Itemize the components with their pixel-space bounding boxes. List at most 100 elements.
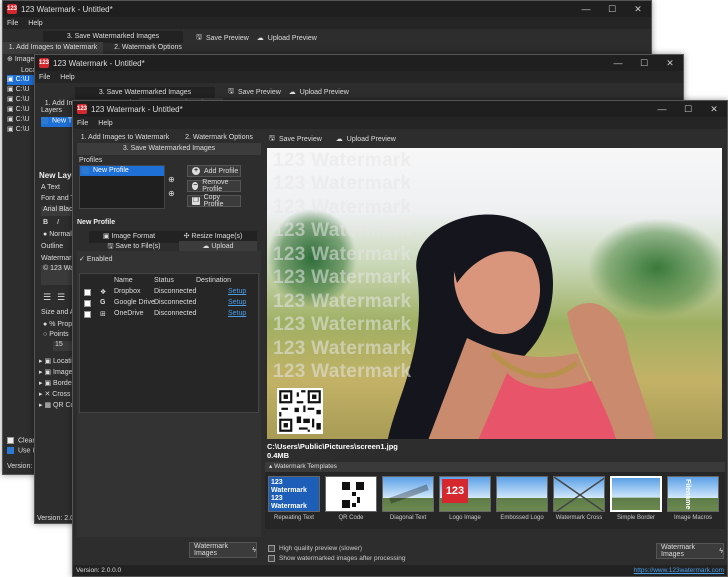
save-preview-button[interactable]: Save Preview bbox=[238, 89, 281, 96]
tab-save-images[interactable]: 3. Save Watermarked Images bbox=[77, 143, 261, 155]
setup-link[interactable]: Setup bbox=[228, 288, 246, 295]
move-down-icon[interactable]: ⊕ bbox=[168, 189, 175, 198]
template-diagonal-text[interactable] bbox=[382, 476, 434, 512]
maximize-icon[interactable]: ☐ bbox=[631, 55, 657, 71]
watermark-images-button-left[interactable]: Watermark Images ϟ bbox=[189, 542, 257, 558]
menu-file[interactable]: File bbox=[39, 74, 50, 81]
minimize-icon[interactable]: — bbox=[649, 101, 675, 117]
minimize-icon[interactable]: — bbox=[573, 1, 599, 17]
add-profile-button[interactable]: + Add Profile bbox=[187, 165, 241, 177]
file-list[interactable]: ▣ C:\U ▣ C:\U ▣ C:\U ▣ C:\U ▣ C:\U ▣ C:\… bbox=[7, 75, 37, 135]
menu-help[interactable]: Help bbox=[98, 120, 112, 127]
normal-radio[interactable]: ● Normal bbox=[43, 231, 72, 238]
show-after-checkbox[interactable]: Show watermarked images after processing bbox=[268, 555, 405, 562]
setup-link[interactable]: Setup bbox=[228, 299, 246, 306]
profiles-list[interactable]: New Profile bbox=[79, 165, 165, 209]
upload-panel: ✓ Enabled Name Status Destination ❖ Drop… bbox=[77, 251, 261, 537]
list-item[interactable]: ▣ C:\U bbox=[7, 115, 37, 125]
minus-icon: − bbox=[192, 182, 199, 190]
watermark-text-input[interactable]: © 123 Wat bbox=[41, 265, 76, 285]
table-row: G Google Drive Disconnected Setup bbox=[80, 299, 258, 309]
close-icon[interactable]: ✕ bbox=[625, 1, 651, 17]
service-name: OneDrive bbox=[114, 310, 144, 317]
window-title: 123 Watermark - Untitled* bbox=[21, 4, 113, 14]
template-repeating-text[interactable]: 123 Watermark 123 Watermark 123 Watermar… bbox=[268, 476, 320, 512]
template-label: QR Code bbox=[338, 515, 364, 521]
row-checkbox[interactable] bbox=[84, 311, 91, 318]
template-label: Diagonal Text bbox=[389, 515, 427, 521]
section-cross[interactable]: ▸ ✕ Cross bbox=[39, 390, 74, 401]
enabled-checkbox[interactable]: ✓ Enabled bbox=[79, 255, 113, 263]
italic-button[interactable]: I bbox=[57, 219, 59, 226]
list-item[interactable]: ▣ C:\U bbox=[7, 75, 37, 85]
tab-watermark-options[interactable]: 2. Watermark Options bbox=[103, 42, 193, 54]
list-item[interactable]: ▣ C:\U bbox=[7, 95, 37, 105]
section-location[interactable]: ▸ ▣ Locati bbox=[39, 357, 74, 368]
service-status: Disconnected bbox=[154, 288, 197, 295]
maximize-icon[interactable]: ☐ bbox=[675, 101, 701, 117]
upload-preview-button[interactable]: Upload Preview bbox=[300, 89, 349, 96]
templates-header[interactable]: ▴ Watermark Templates bbox=[265, 462, 725, 472]
profiles-label: Profiles bbox=[79, 157, 103, 164]
template-label: Repeating Text bbox=[274, 515, 314, 521]
layer-item[interactable]: New T bbox=[41, 117, 73, 127]
size-stepper[interactable]: 15 bbox=[53, 341, 73, 351]
remove-profile-button[interactable]: − Remove Profile bbox=[187, 179, 241, 193]
front-toolbar: 🖫 Save Preview ☁ Upload Preview bbox=[261, 132, 396, 146]
maximize-icon[interactable]: ☐ bbox=[599, 1, 625, 17]
list-item[interactable]: ▣ C:\U bbox=[7, 125, 37, 135]
menu-file[interactable]: File bbox=[7, 20, 18, 27]
upload-preview-button[interactable]: Upload Preview bbox=[268, 35, 317, 42]
font-select[interactable]: Arial Black bbox=[41, 206, 76, 216]
preview-image[interactable]: 123 Watermark 123 Watermark 123 Watermar… bbox=[267, 148, 722, 439]
row-checkbox[interactable] bbox=[84, 289, 91, 296]
image-icon: ▣ bbox=[7, 76, 16, 83]
middle-window-titlebar: 123 123 Watermark - Untitled* — ☐ ✕ bbox=[35, 55, 683, 71]
setup-link[interactable]: Setup bbox=[228, 310, 246, 317]
align-icon[interactable]: ☰ bbox=[43, 292, 51, 303]
website-link[interactable]: https://www.123watermark.com bbox=[634, 567, 724, 574]
bold-button[interactable]: B bbox=[43, 219, 48, 226]
qr-code-icon bbox=[341, 481, 365, 509]
list-item[interactable]: ▣ C:\U bbox=[7, 105, 37, 115]
align-center-icon[interactable]: ☰ bbox=[57, 292, 65, 303]
watermark-images-button[interactable]: Watermark Images ϟ bbox=[656, 543, 724, 559]
template-simple-border[interactable] bbox=[610, 476, 662, 512]
upload-preview-button[interactable]: Upload Preview bbox=[347, 136, 396, 143]
save-preview-button[interactable]: Save Preview bbox=[206, 35, 249, 42]
template-logo-image[interactable]: 123 bbox=[439, 476, 491, 512]
thumb-text: 123 Watermark bbox=[271, 495, 307, 510]
section-border[interactable]: ▸ ▣ Borde bbox=[39, 379, 74, 390]
watermark-line: 123 Watermark bbox=[273, 267, 412, 288]
template-label: Image Macros bbox=[673, 515, 712, 521]
menu-file[interactable]: File bbox=[77, 120, 88, 127]
template-qr-code[interactable] bbox=[325, 476, 377, 512]
upload-preview-icon: ☁ bbox=[335, 136, 343, 143]
text-tool[interactable]: A Text bbox=[41, 184, 60, 191]
copy-profile-button[interactable]: ❐ Copy Profile bbox=[187, 194, 241, 208]
high-quality-checkbox[interactable]: High quality preview (slower) bbox=[268, 545, 362, 552]
move-up-icon[interactable]: ⊕ bbox=[168, 175, 175, 184]
list-item[interactable]: ▣ C:\U bbox=[7, 85, 37, 95]
watermark-line: 123 Watermark bbox=[273, 150, 412, 171]
profile-item[interactable]: New Profile bbox=[80, 166, 164, 176]
template-image-macros[interactable]: Filename bbox=[667, 476, 719, 512]
minimize-icon[interactable]: — bbox=[605, 55, 631, 71]
watermark-line: 123 Watermark bbox=[273, 291, 412, 312]
profile-section-title: New Profile bbox=[77, 219, 116, 226]
google-drive-icon: G bbox=[100, 299, 106, 306]
template-embossed-logo[interactable] bbox=[496, 476, 548, 512]
close-icon[interactable]: ✕ bbox=[657, 55, 683, 71]
points-radio[interactable]: ○ Points bbox=[43, 331, 69, 338]
tab-add-images[interactable]: 1. Add Images to Watermark bbox=[3, 42, 103, 54]
copy-icon: ❐ bbox=[192, 197, 200, 205]
menu-help[interactable]: Help bbox=[28, 20, 42, 27]
menu-help[interactable]: Help bbox=[60, 74, 74, 81]
section-image[interactable]: ▸ ▣ Image bbox=[39, 368, 74, 379]
section-qr[interactable]: ▸ ▦ QR Co bbox=[39, 401, 74, 412]
front-window-titlebar: 123 123 Watermark - Untitled* — ☐ ✕ bbox=[73, 101, 727, 117]
save-preview-button[interactable]: Save Preview bbox=[279, 136, 322, 143]
close-icon[interactable]: ✕ bbox=[701, 101, 727, 117]
template-watermark-cross[interactable] bbox=[553, 476, 605, 512]
row-checkbox[interactable] bbox=[84, 300, 91, 307]
